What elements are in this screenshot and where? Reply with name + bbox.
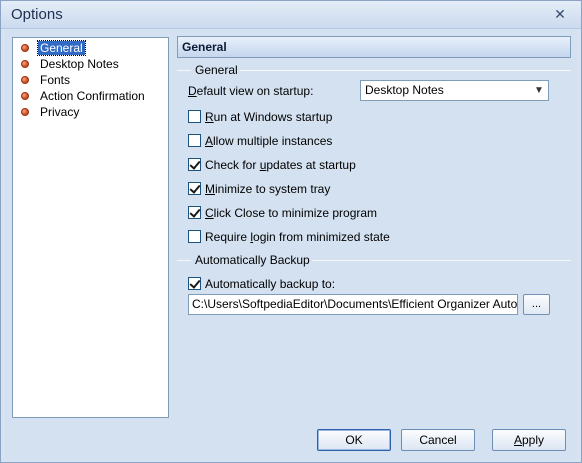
default-view-value: Desktop Notes [365, 83, 444, 97]
tree-item-label: Desktop Notes [40, 57, 119, 71]
tree-item-fonts[interactable]: Fonts [13, 72, 168, 88]
default-view-select[interactable]: Desktop Notes ▼ [360, 80, 549, 101]
checkbox-label: Run at Windows startup [205, 110, 333, 124]
tree-item-label: Fonts [40, 73, 71, 87]
checkbox-box[interactable] [188, 110, 201, 123]
dialog-client-area: General Desktop Notes Fonts Action Confi… [5, 30, 577, 460]
chevron-down-icon: ▼ [534, 85, 544, 96]
checkbox-box[interactable] [188, 230, 201, 243]
bullet-icon [21, 92, 29, 100]
apply-button[interactable]: Apply [492, 429, 566, 451]
window-title: Options [11, 6, 63, 23]
checkbox-box[interactable] [188, 182, 201, 195]
tree-item-action-confirmation[interactable]: Action Confirmation [13, 88, 168, 104]
tree-item-general[interactable]: General [13, 40, 168, 56]
backup-group-label: Automatically Backup [193, 253, 312, 267]
checkbox-label: Check for updates at startup [205, 158, 356, 172]
close-icon[interactable]: ✕ [553, 7, 567, 21]
checkbox-label: Minimize to system tray [205, 182, 331, 196]
cancel-button[interactable]: Cancel [401, 429, 475, 451]
general-group-label: General [193, 63, 240, 77]
checkbox-box[interactable] [188, 277, 201, 290]
bullet-icon [21, 108, 29, 116]
browse-button[interactable]: ... [523, 294, 550, 315]
options-window: Options ✕ General Desktop Notes Fonts Ac… [0, 0, 582, 463]
checkbox-label: Allow multiple instances [205, 134, 333, 148]
tree-item-privacy[interactable]: Privacy [13, 104, 168, 120]
category-tree[interactable]: General Desktop Notes Fonts Action Confi… [12, 37, 169, 418]
backup-group-divider-left [177, 260, 191, 261]
general-group-divider [233, 70, 571, 71]
checkbox-label: Automatically backup to: [205, 277, 336, 291]
tree-item-label: Privacy [40, 105, 80, 119]
bullet-icon [21, 76, 29, 84]
tree-item-desktop-notes[interactable]: Desktop Notes [13, 56, 168, 72]
checkbox-label: Require login from minimized state [205, 230, 390, 244]
ok-button[interactable]: OK [317, 429, 391, 451]
general-group-divider-left [177, 70, 191, 71]
panel-header: General [177, 36, 571, 58]
tree-item-label: Action Confirmation [40, 89, 145, 103]
checkbox-label: Click Close to minimize program [205, 206, 378, 220]
title-bar[interactable]: Options ✕ [1, 1, 581, 29]
backup-path-input[interactable]: C:\Users\SoftpediaEditor\Documents\Effic… [188, 294, 518, 315]
checkbox-box[interactable] [188, 134, 201, 147]
bullet-icon [21, 44, 29, 52]
backup-group-divider [303, 260, 571, 261]
checkbox-box[interactable] [188, 206, 201, 219]
default-view-label: Default view on startup: [188, 84, 314, 98]
tree-item-label: General [37, 40, 86, 56]
bullet-icon [21, 60, 29, 68]
checkbox-box[interactable] [188, 158, 201, 171]
